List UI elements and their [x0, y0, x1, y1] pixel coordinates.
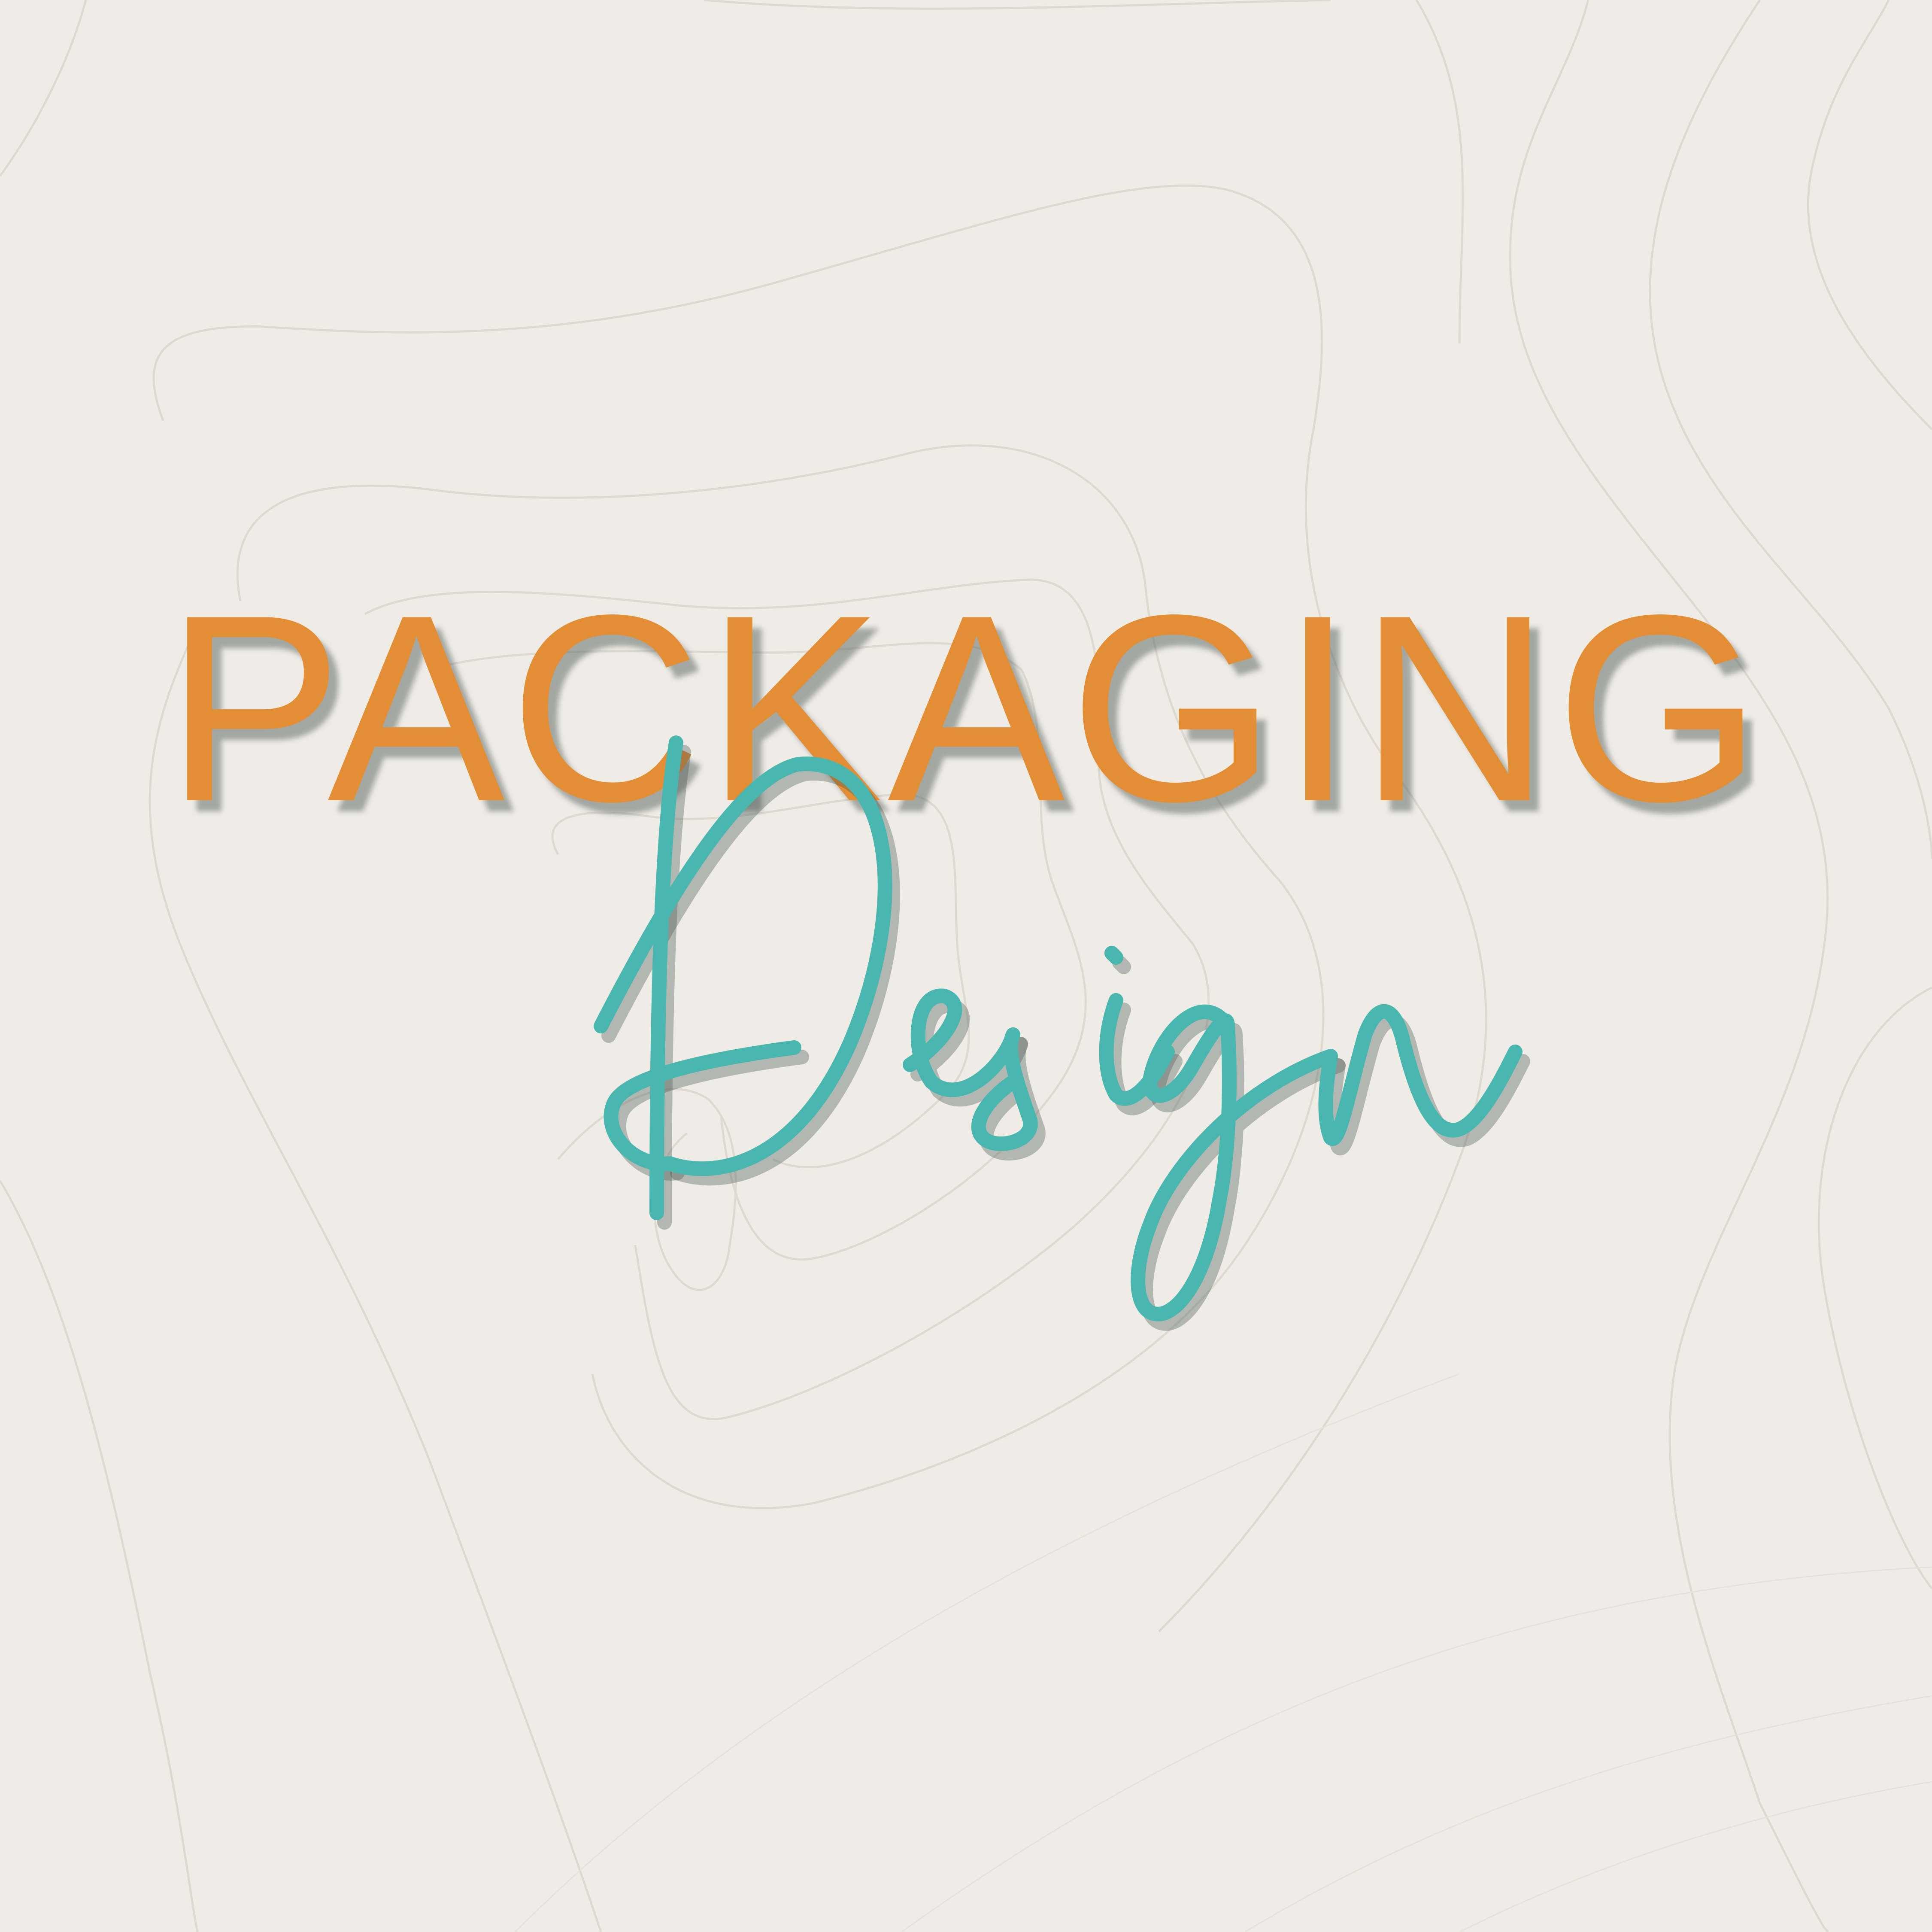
design-script-shadow — [601, 745, 1530, 1331]
design-script-lettering — [594, 735, 1530, 1331]
graphic-canvas: PACKAGING Design — [0, 0, 1932, 1932]
